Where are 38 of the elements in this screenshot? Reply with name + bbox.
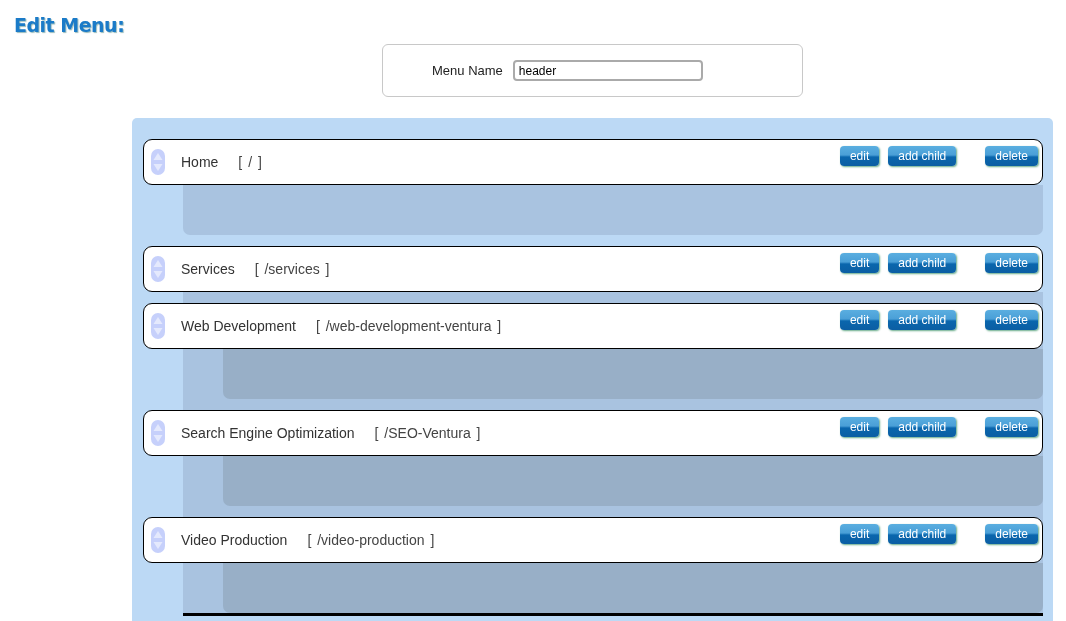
reorder-arrows-icon[interactable] [151,149,165,175]
action-button[interactable]: add child [888,310,957,330]
menu-item-bar[interactable]: Services [ /services ] edit add child delete [143,246,1043,292]
action-button[interactable]: edit [839,417,880,437]
menu-item-name: Services [181,261,235,277]
action-button[interactable]: add child [888,146,957,166]
action-button[interactable]: add child [888,253,957,273]
reorder-arrows-icon[interactable] [151,313,165,339]
menu-item-path: [ /SEO-Ventura ] [374,425,481,441]
menu-item-bar[interactable]: Home [ / ] edit add child delete [143,139,1043,185]
action-button[interactable]: edit [839,524,880,544]
action-button[interactable]: edit [839,310,880,330]
page-title: Edit Menu: [13,13,126,32]
reorder-arrows-icon[interactable] [151,256,165,282]
action-button[interactable]: add child [888,524,957,544]
menu-item-path: [ / ] [238,154,262,170]
action-button[interactable]: delete [985,417,1038,437]
action-button[interactable]: delete [985,253,1038,273]
action-button[interactable]: edit [839,146,880,166]
menu-item-name: Home [181,154,219,170]
menu-item-path: [ /video-production ] [307,532,435,548]
menu-item-bar[interactable]: Video Production [ /video-production ] edit add child delete [143,517,1043,563]
action-button[interactable]: delete [985,146,1038,166]
action-button[interactable]: delete [985,524,1038,544]
menu-name-label: Menu Name [432,63,503,78]
menu-item-bar[interactable]: Web Development [ /web-development-ventura ] edit add child delete [143,303,1043,349]
menu-item-path: [ /services ] [254,261,330,277]
menu-item-name: Web Development [181,318,296,334]
reorder-arrows-icon[interactable] [151,527,165,553]
menu-item-name: Search Engine Optimization [181,425,355,441]
menu-item-bar[interactable]: Search Engine Optimization [ /SEO-Ventura ] edit add child delete [143,410,1043,456]
action-button[interactable]: edit [839,253,880,273]
action-button[interactable]: delete [985,310,1038,330]
action-button[interactable]: add child [888,417,957,437]
menu-item-path: [ /web-development-ventura ] [315,318,502,334]
menu-item-name: Video Production [181,532,288,548]
reorder-arrows-icon[interactable] [151,420,165,446]
menu-name-field[interactable]: header [512,60,703,81]
